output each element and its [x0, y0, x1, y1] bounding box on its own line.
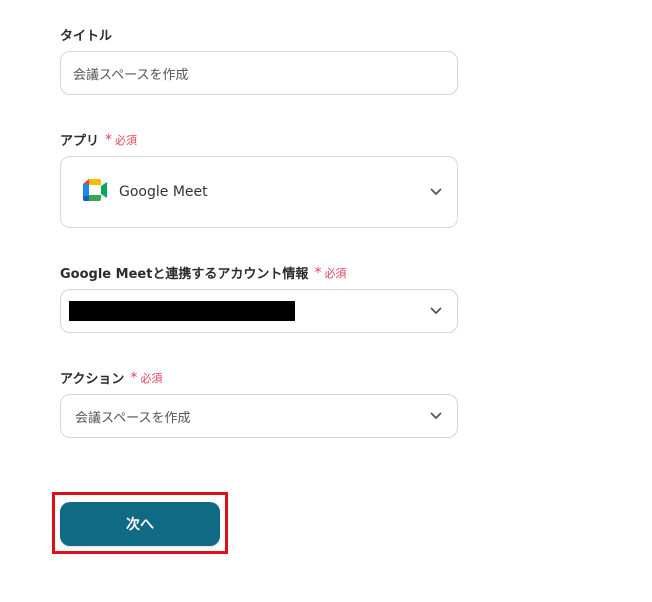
title-label-text: タイトル	[60, 29, 113, 44]
app-name: Google Meet	[119, 184, 208, 200]
next-button[interactable]: 次へ	[60, 502, 220, 546]
required-star: *	[314, 264, 322, 281]
required-badge: * 必須	[314, 265, 346, 281]
action-label: アクション * 必須	[60, 368, 162, 388]
app-label: アプリ * 必須	[60, 130, 137, 150]
title-label: タイトル	[60, 25, 112, 44]
action-select[interactable]: 会議スペースを作成	[60, 394, 458, 438]
account-select[interactable]	[60, 289, 458, 333]
required-badge: * 必須	[105, 132, 137, 148]
app-select[interactable]: Google Meet	[60, 156, 458, 228]
redacted-account-value	[69, 301, 295, 321]
chevron-down-icon	[429, 304, 443, 318]
google-meet-icon	[81, 178, 109, 206]
action-select-value: 会議スペースを作成	[75, 410, 191, 426]
chevron-down-icon	[429, 409, 443, 423]
action-label-text: アクション	[60, 372, 125, 387]
required-text: 必須	[324, 266, 347, 280]
required-badge: * 必須	[130, 370, 162, 386]
selected-app: Google Meet	[81, 178, 208, 206]
required-star: *	[130, 369, 138, 386]
title-input[interactable]: 会議スペースを作成	[60, 51, 458, 95]
required-text: 必須	[115, 133, 138, 147]
required-star: *	[105, 131, 113, 148]
required-text: 必須	[140, 371, 163, 385]
account-label: Google Meetと連携するアカウント情報 * 必須	[60, 263, 346, 283]
title-input-value: 会議スペースを作成	[73, 67, 189, 83]
account-label-text: Google Meetと連携するアカウント情報	[60, 267, 309, 282]
chevron-down-icon	[429, 185, 443, 199]
app-label-text: アプリ	[60, 134, 100, 149]
